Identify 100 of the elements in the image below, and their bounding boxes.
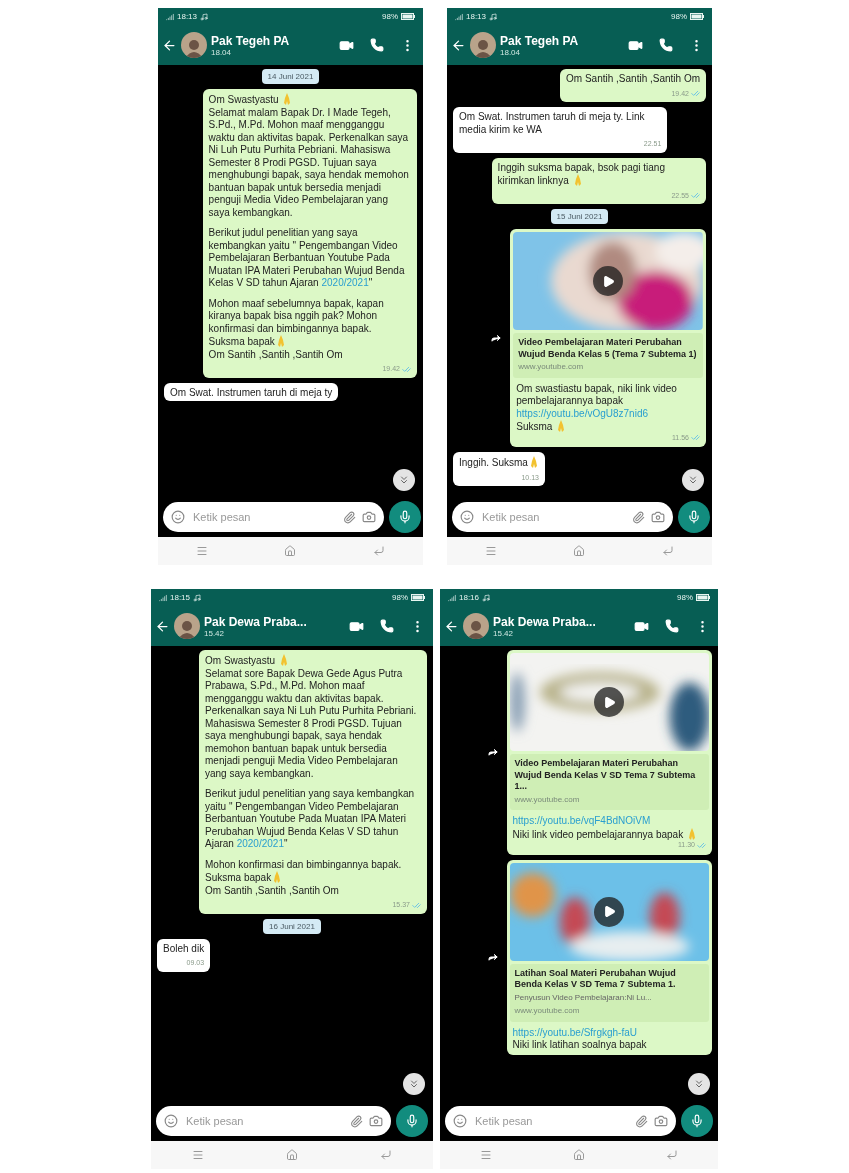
play-icon [602, 905, 616, 918]
contact-name[interactable]: Pak Tegeh PA [211, 33, 323, 48]
emoji-icon[interactable] [460, 510, 474, 524]
camera-icon[interactable] [654, 1114, 668, 1128]
menu-icon [192, 1149, 204, 1161]
attach-icon[interactable] [343, 510, 356, 524]
menu-nav-button[interactable] [192, 1149, 204, 1161]
back-button[interactable] [444, 618, 459, 634]
praying-hands-icon [572, 174, 583, 186]
status-time: 18:16 [459, 593, 480, 602]
scroll-down-button[interactable] [688, 1073, 710, 1095]
message-text: Berikut judul penelitian yang saya kembangkan yaitu " Pengembangan Video Pembelajaran Berbantuan Youtube Pada Muatan IPA Materi Perubahan Wujud Benda Kelas V SD tahun Ajaran 2020/2021" [208, 227, 406, 290]
camera-icon[interactable] [651, 510, 665, 524]
call-button[interactable] [659, 38, 673, 52]
mic-button[interactable] [389, 501, 421, 533]
praying-hands-icon [528, 456, 539, 468]
scroll-down-button[interactable] [403, 1073, 425, 1095]
menu-nav-button[interactable] [485, 545, 498, 557]
mic-button[interactable] [396, 1105, 428, 1137]
message-field[interactable]: Ketik pesan [163, 502, 384, 532]
avatar[interactable] [174, 613, 200, 639]
music-icon [200, 12, 209, 21]
mic-button[interactable] [681, 1105, 713, 1137]
call-button[interactable] [370, 38, 384, 52]
message-text: Niki link video pembelajarannya bapak [512, 827, 706, 841]
attach-icon[interactable] [635, 1114, 648, 1128]
battery-icon [401, 13, 415, 20]
avatar[interactable] [470, 32, 496, 58]
phone-icon [659, 38, 673, 52]
scroll-down-button[interactable] [682, 469, 704, 491]
back-nav-button[interactable] [380, 1149, 392, 1161]
back-arrow-icon [380, 1149, 392, 1161]
contact-name[interactable]: Pak Dewa Praba... [204, 614, 333, 629]
emoji-icon[interactable] [171, 510, 185, 524]
home-icon [573, 1149, 585, 1161]
camera-icon[interactable] [369, 1114, 383, 1128]
call-button[interactable] [665, 619, 679, 633]
home-icon [284, 545, 297, 557]
message-text: Berikut judul penelitian yang saya kembangkan yaitu " Pengembangan Video Pembelajaran Berbantuan Youtube Pada Muatan IPA Materi Perubahan Wujud Benda Kelas V SD tahun Ajaran 2020/2021" [205, 788, 416, 851]
message-text: Boleh dik [163, 942, 205, 955]
emoji-icon[interactable] [164, 1114, 178, 1128]
back-nav-button[interactable] [661, 545, 674, 557]
message-input[interactable]: Ketik pesan [184, 1114, 344, 1128]
back-arrow-icon [372, 545, 385, 557]
back-arrow-icon [661, 545, 674, 557]
mic-button[interactable] [678, 501, 710, 533]
date-chip: 15 Juni 2021 [550, 209, 609, 224]
back-button[interactable] [451, 37, 466, 53]
last-seen: 18.04 [211, 47, 233, 57]
preview-site: www.youtube.com [514, 1005, 581, 1017]
signal-icon [166, 12, 174, 21]
chevrons-down-icon [687, 474, 699, 486]
back-button[interactable] [155, 618, 170, 634]
contact-name[interactable]: Pak Dewa Praba... [493, 614, 618, 629]
back-nav-button[interactable] [665, 1149, 678, 1161]
double-check-icon [691, 433, 700, 443]
message-text: Om Swastyastu [208, 93, 411, 107]
phone-icon [665, 619, 679, 633]
avatar[interactable] [181, 32, 207, 58]
avatar[interactable] [463, 613, 489, 639]
microphone-icon [690, 1114, 704, 1128]
home-button[interactable] [573, 545, 586, 557]
link-preview[interactable]: Video Pembelajaran Materi Perubahan Wujud Benda Kelas V SD Tema 7 Subtema 1... www.youtube.com [509, 754, 709, 810]
attach-icon[interactable] [350, 1114, 363, 1128]
preview-title: Video Pembelajaran Materi Perubahan Wujud Benda Kelas 5 (Tema 7 Subtema 1) [518, 337, 698, 360]
microphone-icon [405, 1114, 419, 1128]
message-input[interactable]: Ketik pesan [191, 510, 337, 524]
message-text: Inggih suksma bapak, bsok pagi tiang kirimkan linknya [497, 161, 666, 188]
message-text: Selamat sore Bapak Dewa Gede Agus Putra Prabawa, S.Pd., M.Pd. Mohon maaf mengganggu waktu dan aktivitas bapak. Perkenalkan saya Ni Luh Putu Purhita Pebriani. Mahasiswa Semester 8 Prodi PGSD. Tujuan saya menghubungi bapak, saya hendak memohon bantuan bapak untuk bersedia menjadi penguji Media Video Pembelajaran yang saya kembangkan. [205, 667, 418, 780]
contact-name[interactable]: Pak Tegeh PA [500, 33, 612, 48]
message-text: Mohon konfirmasi dan bimbingannya bapak. [205, 858, 403, 871]
battery-level: 98% [671, 12, 687, 21]
link-preview[interactable]: Latihan Soal Materi Perubahan Wujud Benda Kelas V SD Tema 7 Subtema 1. Penyusun Video Pembelajaran:Ni Lu... www.youtube.com [509, 963, 709, 1022]
message-field[interactable]: Ketik pesan [156, 1106, 391, 1136]
home-button[interactable] [286, 1149, 298, 1161]
praying-hands-icon [278, 654, 289, 666]
message-text: Inggih. Suksma [459, 456, 539, 470]
home-button[interactable] [284, 545, 297, 557]
attach-icon[interactable] [632, 510, 645, 524]
emoji-icon[interactable] [453, 1114, 467, 1128]
message-input[interactable]: Ketik pesan [473, 1114, 629, 1128]
praying-hands-icon [282, 93, 293, 105]
message-input[interactable]: Ketik pesan [480, 510, 626, 524]
call-button[interactable] [380, 619, 394, 633]
menu-nav-button[interactable] [480, 1149, 493, 1161]
back-button[interactable] [162, 37, 177, 53]
message-text: Suksma bapak [208, 335, 411, 349]
forward-icon[interactable] [490, 332, 503, 344]
message-field[interactable]: Ketik pesan [445, 1106, 676, 1136]
back-nav-button[interactable] [372, 545, 385, 557]
praying-hands-icon [275, 335, 286, 347]
forward-icon[interactable] [486, 951, 499, 963]
menu-nav-button[interactable] [196, 545, 209, 557]
home-icon [573, 545, 586, 557]
scroll-down-button[interactable] [393, 469, 415, 491]
home-button[interactable] [573, 1149, 585, 1161]
message-field[interactable]: Ketik pesan [452, 502, 673, 532]
message-text: Om Swat. Instrumen taruh di meja ty [170, 386, 333, 399]
link-preview[interactable]: Video Pembelajaran Materi Perubahan Wujud Benda Kelas 5 (Tema 7 Subtema 1) www.youtube.com [513, 333, 703, 378]
camera-icon[interactable] [362, 510, 376, 524]
